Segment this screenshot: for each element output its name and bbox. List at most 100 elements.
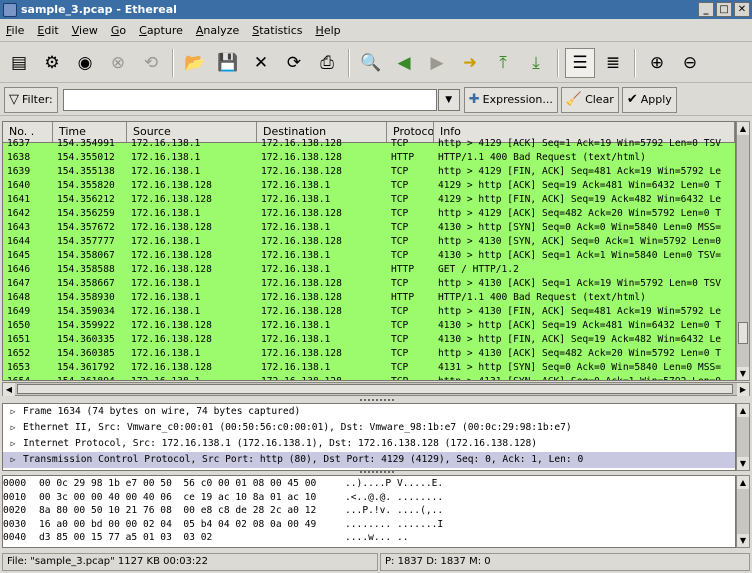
go-back-icon[interactable]: ◀: [389, 48, 419, 78]
packet-cell-no: 1639: [7, 166, 31, 177]
detail-tree-item[interactable]: ▷ Transmission Control Protocol, Src Port…: [3, 452, 735, 468]
table-row[interactable]: 1637 154.354991 172.16.138.1 172.16.138.128…: [3, 137, 735, 151]
start-capture-icon[interactable]: ◉: [70, 48, 100, 78]
packet-bytes-pane[interactable]: 0000 00 0c 29 98 1b e7 00 50 56 c0 00 01 …: [2, 475, 736, 548]
menu-capture[interactable]: Capture: [139, 24, 183, 37]
packet-cell-time: 154.360385: [57, 348, 115, 359]
detail-tree-label: Frame 1634 (74 bytes on wire, 74 bytes c…: [23, 406, 301, 417]
menu-help[interactable]: Help: [316, 24, 341, 37]
last-packet-icon[interactable]: ⤓: [521, 48, 551, 78]
scroll-down-arrow[interactable]: ▼: [737, 534, 749, 547]
packet-details-tree[interactable]: ▷ Frame 1634 (74 bytes on wire, 74 bytes …: [2, 403, 736, 471]
close-file-icon[interactable]: ✕: [246, 48, 276, 78]
auto-scroll-icon[interactable]: ≣: [598, 48, 628, 78]
table-row[interactable]: 1652 154.360385 172.16.138.1 172.16.138.128…: [3, 347, 735, 361]
packet-list[interactable]: No. . Time Source Destination Protocol I…: [2, 121, 736, 381]
table-row[interactable]: 1650 154.359922 172.16.138.128 172.16.138.1…: [3, 319, 735, 333]
hex-off: 0010: [3, 491, 27, 503]
hscroll-thumb[interactable]: [17, 384, 733, 394]
interfaces-icon[interactable]: ▤: [4, 48, 34, 78]
table-row[interactable]: 1653 154.361792 172.16.138.128 172.16.138.1…: [3, 361, 735, 375]
go-to-packet-icon[interactable]: ➜: [455, 48, 485, 78]
print-icon[interactable]: ⎙: [312, 48, 342, 78]
hex-hex: d3 85 00 15 77 a5 01 03 03 02: [39, 532, 213, 543]
scroll-thumb[interactable]: [738, 322, 748, 344]
minimize-button[interactable]: _: [698, 2, 714, 17]
packet-cell-proto: TCP: [391, 166, 409, 177]
packet-cell-no: 1647: [7, 278, 31, 289]
clear-button[interactable]: 🧹 Clear: [560, 86, 619, 113]
packet-list-scrollbar[interactable]: ▲ ▼: [736, 121, 750, 381]
expression-button[interactable]: ✚ Expression...: [463, 86, 558, 113]
detail-tree-item[interactable]: ▷ Ethernet II, Src: Vmware_c0:00:01 (00:5…: [3, 420, 735, 436]
open-folder-icon[interactable]: 📂: [180, 48, 210, 78]
table-row[interactable]: 1645 154.358067 172.16.138.128 172.16.138.1…: [3, 249, 735, 263]
packet-cell-dst: 172.16.138.128: [261, 292, 342, 303]
bytes-scrollbar[interactable]: ▲ ▼: [736, 475, 750, 548]
menu-go[interactable]: Go: [111, 24, 126, 37]
detail-rows: ▷ Frame 1634 (74 bytes on wire, 74 bytes …: [3, 404, 735, 468]
detail-tree-item[interactable]: ▷ Internet Protocol, Src: 172.16.138.1 (1…: [3, 436, 735, 452]
stop-capture-icon[interactable]: ⊗: [103, 48, 133, 78]
expand-arrow-icon[interactable]: ▷: [3, 420, 23, 436]
table-row[interactable]: 1639 154.355138 172.16.138.1 172.16.138.128…: [3, 165, 735, 179]
packet-cell-no: 1648: [7, 292, 31, 303]
colorize-icon[interactable]: ☰: [565, 47, 595, 78]
scroll-up-arrow[interactable]: ▲: [737, 122, 749, 135]
scroll-left-arrow[interactable]: ◀: [3, 383, 15, 396]
scroll-down-arrow[interactable]: ▼: [737, 457, 749, 470]
maximize-button[interactable]: □: [716, 2, 732, 17]
filter-button[interactable]: ▽ Filter:: [4, 86, 58, 113]
table-row[interactable]: 1648 154.358930 172.16.138.1 172.16.138.128…: [3, 291, 735, 305]
save-icon[interactable]: 💾: [213, 48, 243, 78]
table-row[interactable]: 1638 154.355012 172.16.138.1 172.16.138.128…: [3, 151, 735, 165]
restart-capture-icon[interactable]: ⟲: [136, 48, 166, 78]
scroll-right-arrow[interactable]: ▶: [737, 383, 749, 396]
table-row[interactable]: 1641 154.356212 172.16.138.128 172.16.138.1…: [3, 193, 735, 207]
capture-options-icon[interactable]: ⚙: [37, 48, 67, 78]
find-packet-icon[interactable]: 🔍: [356, 48, 386, 78]
packet-cell-info: 4129 > http [ACK] Seq=19 Ack=481 Win=643…: [438, 180, 722, 191]
menu-statistics[interactable]: Statistics: [252, 24, 302, 37]
packet-cell-dst: 172.16.138.128: [261, 348, 342, 359]
packet-cell-src: 172.16.138.128: [131, 334, 212, 345]
detail-tree-label: Ethernet II, Src: Vmware_c0:00:01 (00:50…: [23, 422, 572, 433]
table-row[interactable]: 1640 154.355820 172.16.138.128 172.16.138.1…: [3, 179, 735, 193]
expand-arrow-icon[interactable]: ▷: [3, 452, 23, 468]
menu-view[interactable]: View: [72, 24, 98, 37]
packet-cell-time: 154.354991: [57, 138, 115, 149]
packet-cell-time: 154.359922: [57, 320, 115, 331]
table-row[interactable]: 1649 154.359034 172.16.138.1 172.16.138.128…: [3, 305, 735, 319]
close-button[interactable]: ✕: [734, 2, 750, 17]
packet-list-hscrollbar[interactable]: ◀ ▶: [2, 382, 750, 396]
packet-cell-no: 1654: [3, 375, 53, 380]
menu-edit[interactable]: Edit: [37, 24, 58, 37]
filter-dropdown-button[interactable]: ▼: [437, 88, 460, 111]
detail-tree-item[interactable]: ▷ Frame 1634 (74 bytes on wire, 74 bytes …: [3, 404, 735, 420]
table-row[interactable]: 1644 154.357777 172.16.138.1 172.16.138.128…: [3, 235, 735, 249]
scroll-up-arrow[interactable]: ▲: [737, 476, 749, 489]
menu-file[interactable]: File: [6, 24, 24, 37]
details-scrollbar[interactable]: ▲ ▼: [736, 403, 750, 471]
packet-cell-time: 154.360335: [57, 334, 115, 345]
hex-row: 0020 8a 80 00 50 10 21 76 08 00 e8 c8 de …: [3, 504, 735, 518]
table-row[interactable]: 1642 154.356259 172.16.138.1 172.16.138.128…: [3, 207, 735, 221]
table-row[interactable]: 1654154.361894172.16.138.1172.16.138.128…: [3, 375, 735, 380]
table-row[interactable]: 1651 154.360335 172.16.138.128 172.16.138.1…: [3, 333, 735, 347]
zoom-in-icon[interactable]: ⊕: [642, 48, 672, 78]
go-forward-icon[interactable]: ▶: [422, 48, 452, 78]
table-row[interactable]: 1646 154.358588 172.16.138.128 172.16.138.1…: [3, 263, 735, 277]
apply-button[interactable]: ✔ Apply: [621, 86, 677, 113]
zoom-out-icon[interactable]: ⊖: [675, 48, 705, 78]
packet-cell-proto: HTTP: [391, 152, 415, 163]
table-row[interactable]: 1643 154.357672 172.16.138.128 172.16.138.1…: [3, 221, 735, 235]
table-row[interactable]: 1647 154.358667 172.16.138.1 172.16.138.128…: [3, 277, 735, 291]
scroll-up-arrow[interactable]: ▲: [737, 404, 749, 417]
reload-icon[interactable]: ⟳: [279, 48, 309, 78]
first-packet-icon[interactable]: ⤒: [488, 48, 518, 78]
scroll-down-arrow[interactable]: ▼: [737, 367, 749, 380]
menu-analyze[interactable]: Analyze: [196, 24, 239, 37]
filter-input[interactable]: [62, 88, 437, 111]
expand-arrow-icon[interactable]: ▷: [3, 404, 23, 420]
expand-arrow-icon[interactable]: ▷: [3, 436, 23, 452]
